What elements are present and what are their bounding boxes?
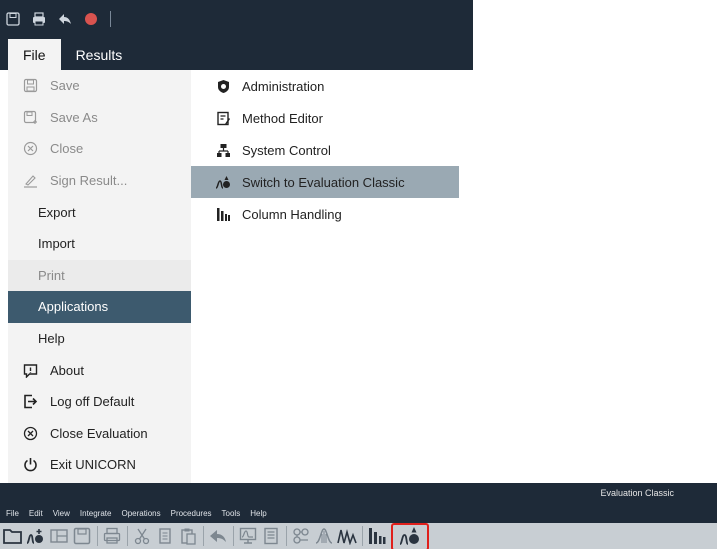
menu-item-label: Import: [38, 236, 75, 252]
submenu-item-system-control[interactable]: System Control: [191, 134, 459, 166]
integrate-icon[interactable]: [313, 524, 335, 548]
evaluation-classic-titlebar: Evaluation Classic: [0, 483, 717, 504]
toolbar-divider: [127, 526, 128, 546]
submenu-item-label: System Control: [242, 142, 331, 158]
menu-item-label: About: [50, 362, 84, 378]
about-icon: [22, 362, 38, 378]
menu-item-export[interactable]: Export: [8, 196, 191, 228]
undo-icon[interactable]: [207, 524, 229, 548]
open-folder-icon[interactable]: [2, 524, 24, 548]
menu-item-close-evaluation[interactable]: Close Evaluation: [8, 418, 191, 450]
print-icon[interactable]: [101, 524, 123, 548]
menu-item-print[interactable]: Print: [8, 259, 191, 292]
menu-item-label: Log off Default: [50, 394, 135, 410]
menu-procedures[interactable]: Procedures: [171, 509, 212, 518]
submenu-item-label: Switch to Evaluation Classic: [242, 174, 405, 190]
menu-item-label: Sign Result...: [50, 173, 128, 189]
submenu-item-label: Column Handling: [242, 206, 342, 222]
menu-item-close[interactable]: Close: [8, 133, 191, 165]
menu-item-label: Print: [38, 267, 65, 283]
toolbar-divider: [97, 526, 98, 546]
peak-table-icon[interactable]: [290, 524, 312, 548]
menu-item-applications[interactable]: Applications: [8, 291, 191, 323]
ribbon-tabs: File Results: [8, 39, 137, 70]
evaluation-classic-toolbar: [0, 523, 717, 549]
menu-item-label: Applications: [38, 299, 109, 315]
new-chromatogram-icon[interactable]: [25, 524, 47, 548]
window-title: Evaluation Classic: [600, 488, 674, 498]
menu-item-label: Close: [50, 141, 84, 157]
column-handling-icon: [215, 206, 231, 222]
stop-icon[interactable]: [84, 12, 98, 26]
method-editor-icon: [215, 110, 231, 126]
document-icon[interactable]: [260, 524, 282, 548]
tab-results[interactable]: Results: [61, 39, 138, 70]
save-icon[interactable]: [71, 524, 93, 548]
app-header: File Results: [0, 0, 473, 70]
print-icon[interactable]: [32, 12, 46, 26]
menu-item-label: Exit UNICORN: [50, 457, 136, 473]
toolbar-divider: [362, 526, 363, 546]
evaluation-classic-icon: [215, 174, 231, 190]
menu-item-save[interactable]: Save: [8, 70, 191, 102]
close-circle-icon: [22, 141, 38, 157]
menu-operations[interactable]: Operations: [121, 509, 160, 518]
quick-access-toolbar: [6, 9, 111, 29]
layout-icon[interactable]: [48, 524, 70, 548]
close-circle-icon: [22, 425, 38, 441]
administration-shield-icon: [215, 78, 231, 94]
menu-item-help[interactable]: Help: [8, 323, 191, 355]
evaluation-classic-icon: [399, 526, 421, 549]
sign-icon: [22, 173, 38, 189]
menu-edit[interactable]: Edit: [29, 509, 43, 518]
toolbar-divider: [233, 526, 234, 546]
menu-item-label: Close Evaluation: [50, 425, 148, 441]
toolbar-divider: [286, 526, 287, 546]
report-icon[interactable]: [237, 524, 259, 548]
toolbar-divider: [203, 526, 204, 546]
file-menu: Save Save As Close Sign Result... Export…: [8, 70, 191, 484]
menu-integrate[interactable]: Integrate: [80, 509, 112, 518]
save-as-icon: [22, 109, 38, 125]
log-off-icon: [22, 394, 38, 410]
evaluation-classic-menubar: File Edit View Integrate Operations Proc…: [0, 504, 717, 523]
toolbar-divider: [110, 11, 111, 27]
menu-file[interactable]: File: [6, 509, 19, 518]
menu-help[interactable]: Help: [250, 509, 266, 518]
cut-icon[interactable]: [131, 524, 153, 548]
menu-item-log-off[interactable]: Log off Default: [8, 386, 191, 418]
save-icon[interactable]: [6, 12, 20, 26]
menu-item-label: Save As: [50, 109, 98, 125]
submenu-item-column-handling[interactable]: Column Handling: [191, 198, 459, 230]
submenu-item-administration[interactable]: Administration: [191, 70, 459, 102]
submenu-item-label: Administration: [242, 78, 325, 94]
power-icon: [22, 457, 38, 473]
menu-item-sign-result[interactable]: Sign Result...: [8, 165, 191, 197]
column-handling-icon[interactable]: [366, 524, 388, 548]
submenu-item-switch-to-evaluation-classic[interactable]: Switch to Evaluation Classic: [191, 166, 459, 198]
menu-item-about[interactable]: About: [8, 354, 191, 386]
menu-view[interactable]: View: [53, 509, 70, 518]
menu-item-save-as[interactable]: Save As: [8, 102, 191, 134]
menu-item-label: Save: [50, 78, 80, 94]
submenu-item-label: Method Editor: [242, 110, 323, 126]
menu-item-import[interactable]: Import: [8, 228, 191, 260]
menu-item-label: Help: [38, 331, 65, 347]
undo-icon[interactable]: [58, 12, 72, 26]
menu-item-exit-unicorn[interactable]: Exit UNICORN: [8, 449, 191, 481]
save-icon: [22, 78, 38, 94]
peaks-icon[interactable]: [336, 524, 358, 548]
submenu-item-method-editor[interactable]: Method Editor: [191, 102, 459, 134]
switch-to-evaluation-classic-button[interactable]: [391, 523, 429, 549]
menu-item-label: Export: [38, 204, 76, 220]
system-control-icon: [215, 142, 231, 158]
paste-icon[interactable]: [177, 524, 199, 548]
copy-icon[interactable]: [154, 524, 176, 548]
tab-file[interactable]: File: [8, 39, 61, 70]
applications-submenu: Administration Method Editor System Cont…: [191, 70, 459, 230]
menu-tools[interactable]: Tools: [222, 509, 241, 518]
